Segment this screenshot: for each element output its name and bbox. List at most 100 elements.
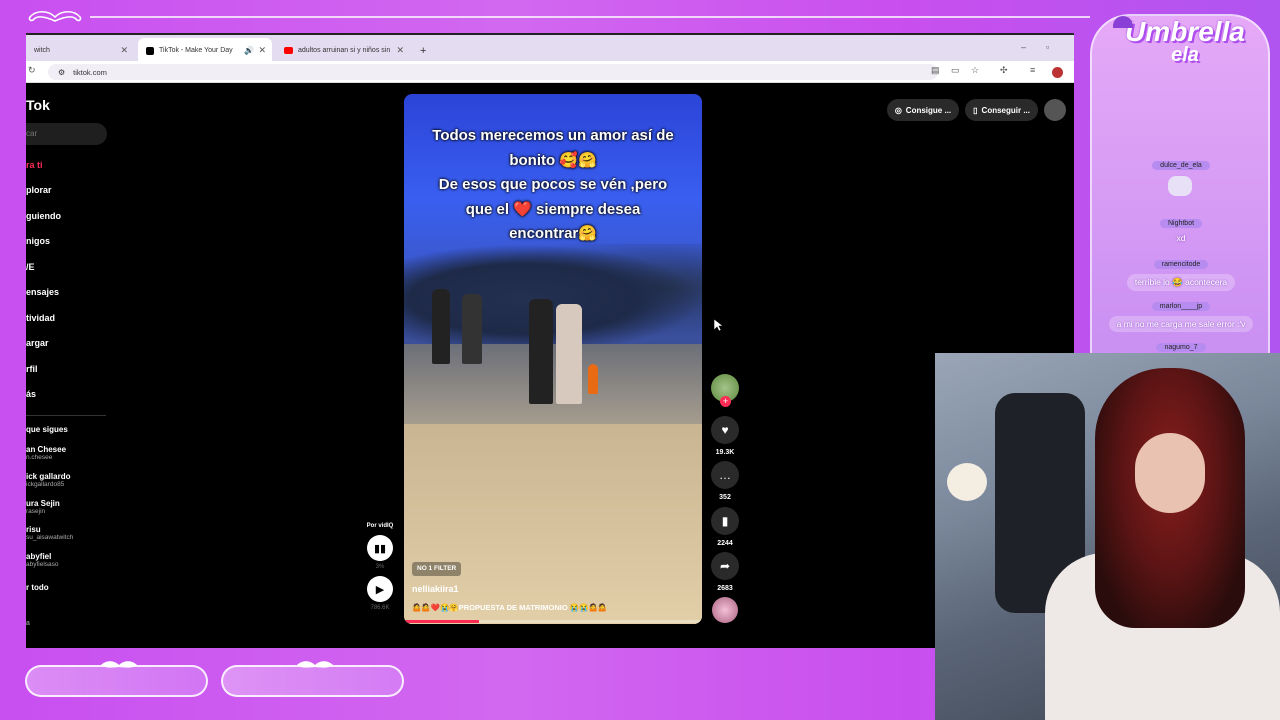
video-progress-bar[interactable]: [404, 620, 702, 623]
account-handle: ickgallardo85: [26, 481, 65, 488]
maximize-icon[interactable]: ▫: [1046, 42, 1049, 52]
nav-following[interactable]: guiendo: [26, 211, 61, 221]
share-button[interactable]: ➦ 2683: [710, 552, 740, 592]
tab-tiktok[interactable]: TikTok - Make Your Day 🔊 ✕: [138, 38, 272, 63]
video-username[interactable]: nelliakiira1: [412, 584, 459, 594]
chat-username: dulce_de_ela: [1152, 161, 1210, 170]
close-icon[interactable]: ✕: [120, 45, 128, 56]
following-account[interactable]: ura Sejin rasejin: [26, 499, 60, 515]
nav-friends[interactable]: nigos: [26, 236, 50, 246]
close-icon[interactable]: ✕: [396, 45, 404, 56]
following-account[interactable]: an Chesee n.chesee: [26, 445, 66, 461]
share-icon: ➦: [711, 552, 739, 580]
following-account[interactable]: risu su_aisawatwitch: [26, 525, 73, 541]
get-app-button[interactable]: ▯ Conseguir ...: [965, 99, 1038, 121]
comment-count: 352: [719, 494, 731, 501]
site-info-icon[interactable]: ⚙: [58, 68, 65, 77]
save-count: 2244: [717, 540, 733, 547]
tab-twitch[interactable]: witch ✕: [26, 38, 134, 63]
top-actions: ◎ Consigue ... ▯ Conseguir ...: [886, 99, 1066, 121]
tab-bar: witch ✕ TikTok - Make Your Day 🔊 ✕ adult…: [26, 33, 1074, 63]
filter-badge[interactable]: NO 1 FILTER: [412, 562, 462, 576]
chat-username: Nightbot: [1159, 219, 1203, 228]
tab-youtube[interactable]: adultos arruinan si y niños sin ✕: [276, 38, 410, 63]
media-icon[interactable]: ≡: [1030, 65, 1035, 75]
bookmark-star-icon[interactable]: ☆: [971, 65, 979, 76]
webcam-plush: [947, 463, 987, 501]
chat-text: terrible lo 😂 acontecera: [1126, 274, 1236, 291]
chat-message: marlon____jp a mi no me carga me sale er…: [1092, 295, 1270, 332]
share-count: 2683: [717, 585, 733, 592]
tiktok-icon: [146, 46, 154, 55]
nav-upload[interactable]: argar: [26, 338, 49, 348]
nav-profile[interactable]: rfil: [26, 364, 38, 374]
mouse-cursor-icon: [714, 319, 723, 332]
nav-live[interactable]: /E: [26, 262, 35, 272]
following-account[interactable]: abyfiel abyfielsaso: [26, 552, 59, 568]
see-all-link[interactable]: r todo: [26, 583, 49, 592]
coin-icon: ◎: [894, 105, 902, 115]
chat-message: ramencitode terrible lo 😂 acontecera: [1092, 253, 1270, 291]
nav-for-you[interactable]: ra ti: [26, 160, 43, 170]
extensions-icon[interactable]: ✣: [1000, 65, 1008, 76]
like-count: 19.3K: [715, 449, 735, 456]
cast-icon[interactable]: ▭: [951, 65, 960, 76]
footer-text: a: [26, 620, 30, 627]
get-coins-button[interactable]: ◎ Consigue ...: [886, 99, 960, 121]
account-handle: rasejin: [26, 508, 46, 515]
comment-button[interactable]: … 352: [710, 461, 740, 501]
profile-avatar-icon[interactable]: [1052, 67, 1063, 78]
account-handle: n.chesee: [26, 454, 53, 461]
url-field[interactable]: ⚙ tiktok.com: [48, 64, 938, 80]
nav-activity[interactable]: tividad: [26, 313, 55, 323]
following-account[interactable]: ick gallardo ickgallardo85: [26, 472, 70, 488]
like-button[interactable]: ♥ 19.3K: [710, 416, 740, 456]
video-figure: [556, 304, 582, 404]
nav-messages[interactable]: ensajes: [26, 287, 59, 297]
video-progress-fill: [404, 620, 479, 623]
account-name: an Chesee: [26, 445, 67, 454]
search-input[interactable]: car: [26, 123, 107, 145]
heart-icon: ♥: [711, 416, 739, 444]
profile-avatar[interactable]: [1044, 99, 1066, 121]
overlay-panel-right: [221, 661, 404, 697]
save-button[interactable]: ▮ 2244: [710, 507, 740, 547]
vidiq-label: Por vidIQ: [366, 523, 394, 529]
tiktok-logo[interactable]: Tok: [26, 97, 50, 113]
follow-plus-icon[interactable]: +: [720, 396, 731, 407]
minimize-icon[interactable]: –: [1021, 42, 1026, 52]
following-header: que sigues: [26, 425, 68, 434]
video-scene-ground: [404, 424, 702, 624]
url-text: tiktok.com: [73, 67, 107, 77]
mustache-icon: [101, 661, 137, 668]
account-name: ick gallardo: [26, 472, 71, 481]
reload-icon[interactable]: ↻: [28, 65, 36, 76]
account-handle: abyfielsaso: [26, 561, 59, 568]
chat-message: Nightbot xd: [1092, 212, 1270, 243]
account-name: ura Sejin: [26, 499, 60, 508]
account-handle: su_aisawatwitch: [26, 534, 74, 541]
tab-label: TikTok - Make Your Day: [159, 47, 233, 54]
chat-text: xd: [1176, 233, 1186, 243]
close-icon[interactable]: ✕: [258, 45, 266, 56]
caption-line: De esos que pocos se vén ,pero: [438, 176, 668, 193]
translate-icon[interactable]: ▤: [931, 65, 940, 76]
tab-label: witch: [34, 47, 50, 54]
account-name: abyfiel: [26, 552, 52, 561]
stats-icon[interactable]: ▮▮: [367, 535, 393, 561]
address-bar: ↻ ⚙ tiktok.com ▤ ▭ ☆ ✣ ≡: [26, 61, 1074, 83]
caption-line: bonito 🥰🤗: [509, 151, 597, 169]
overlay-panel-left: [25, 661, 208, 697]
new-tab-button[interactable]: +: [412, 38, 436, 63]
chat-username: marlon____jp: [1151, 302, 1211, 311]
video-figure: [432, 289, 450, 364]
video-player[interactable]: Todos merecemos un amor así de bonito 🥰🤗…: [404, 94, 702, 624]
bookmark-icon: ▮: [711, 507, 739, 535]
play-icon[interactable]: ▶: [367, 576, 393, 602]
nav-more[interactable]: ás: [26, 389, 36, 399]
speaker-icon[interactable]: 🔊: [244, 46, 254, 55]
account-name: risu: [26, 525, 41, 534]
sound-disc-icon[interactable]: [712, 597, 738, 623]
overlay-divider: [90, 16, 1090, 18]
nav-explore[interactable]: plorar: [26, 185, 52, 195]
